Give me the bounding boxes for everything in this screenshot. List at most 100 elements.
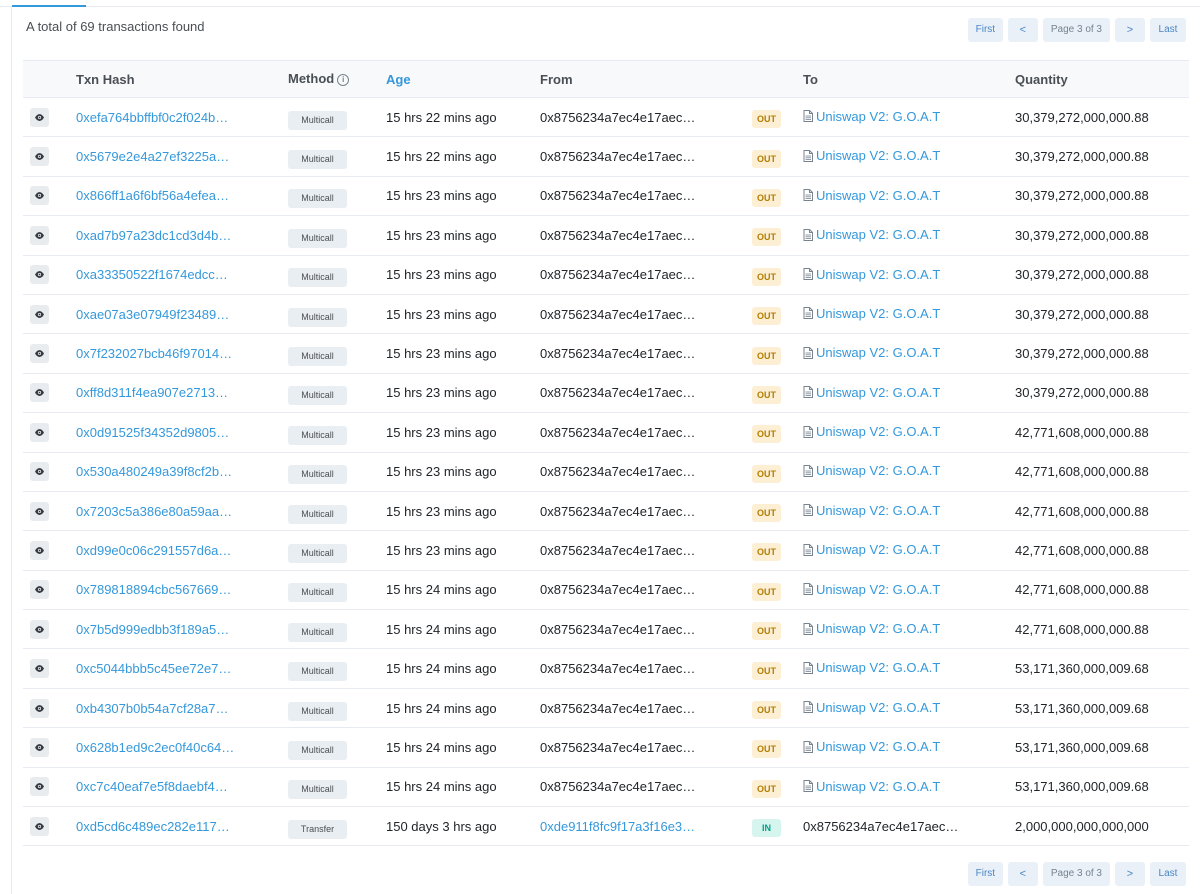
- to-address-link[interactable]: Uniswap V2: G.O.A.T: [816, 148, 940, 163]
- eye-icon[interactable]: [30, 107, 49, 127]
- txn-hash-cell: 0xa33350522f1674edcc…: [76, 255, 288, 295]
- txn-hash-link[interactable]: 0xd5cd6c489ec282e117…: [76, 819, 230, 834]
- to-cell: Uniswap V2: G.O.A.T: [803, 648, 1015, 689]
- from-address: 0x8756234a7ec4e17aec…: [540, 385, 696, 401]
- to-address-link[interactable]: Uniswap V2: G.O.A.T: [816, 267, 940, 282]
- to-address-link[interactable]: Uniswap V2: G.O.A.T: [816, 503, 940, 518]
- txn-hash-link[interactable]: 0x789818894cbc567669…: [76, 582, 231, 597]
- from-address-link[interactable]: 0xde911f8fc9f17a3f16e3…: [540, 819, 695, 834]
- to-cell: Uniswap V2: G.O.A.T: [803, 609, 1015, 650]
- eye-icon[interactable]: [30, 344, 49, 364]
- to-address-link[interactable]: Uniswap V2: G.O.A.T: [816, 345, 940, 360]
- to-cell: Uniswap V2: G.O.A.T: [803, 412, 1015, 453]
- txn-hash-link[interactable]: 0x866ff1a6f6bf56a4efea…: [76, 188, 229, 203]
- eye-icon[interactable]: [30, 265, 49, 285]
- eye-icon[interactable]: [30, 698, 49, 718]
- header-age[interactable]: Age: [386, 60, 540, 98]
- txn-hash-link[interactable]: 0xefa764bbffbf0c2f024b…: [76, 110, 228, 125]
- to-address-link[interactable]: Uniswap V2: G.O.A.T: [816, 700, 940, 715]
- eye-icon[interactable]: [30, 304, 49, 324]
- to-address-link[interactable]: Uniswap V2: G.O.A.T: [816, 739, 940, 754]
- txn-hash-link[interactable]: 0xc5044bbb5c45ee72e7…: [76, 661, 231, 676]
- method-badge: Multicall: [288, 110, 347, 130]
- prev-page-button[interactable]: <: [1007, 18, 1038, 42]
- txn-hash-link[interactable]: 0x530a480249a39f8cf2b…: [76, 464, 232, 479]
- eye-icon[interactable]: [30, 225, 49, 245]
- last-page-button[interactable]: Last: [1150, 862, 1186, 886]
- from-cell: 0x8756234a7ec4e17aec…: [540, 97, 752, 138]
- txn-hash-link[interactable]: 0x7203c5a386e80a59aa…: [76, 504, 232, 519]
- method-cell: Multicall: [288, 215, 386, 256]
- txn-hash-link[interactable]: 0xae07a3e07949f23489…: [76, 307, 229, 322]
- direction-cell: OUT: [752, 333, 803, 374]
- pagination-top: First < Page 3 of 3 > Last: [967, 18, 1186, 42]
- eye-icon[interactable]: [30, 816, 49, 836]
- header-direction: [752, 60, 803, 98]
- view-cell: [23, 609, 76, 650]
- document-icon: [803, 189, 813, 202]
- to-cell: Uniswap V2: G.O.A.T: [803, 373, 1015, 414]
- document-icon: [803, 110, 813, 123]
- from-cell: 0x8756234a7ec4e17aec…: [540, 530, 752, 571]
- to-address-link[interactable]: Uniswap V2: G.O.A.T: [816, 542, 940, 557]
- txn-hash-link[interactable]: 0x628b1ed9c2ec0f40c64…: [76, 740, 234, 755]
- to-address-link[interactable]: Uniswap V2: G.O.A.T: [816, 227, 940, 242]
- txn-hash-link[interactable]: 0xb4307b0b54a7cf28a7…: [76, 701, 229, 716]
- eye-icon[interactable]: [30, 383, 49, 403]
- to-address-link[interactable]: Uniswap V2: G.O.A.T: [816, 621, 940, 636]
- table-row: 0x789818894cbc567669… Multicall 15 hrs 24 …: [23, 570, 1189, 611]
- view-cell: [23, 767, 76, 808]
- txn-hash-link[interactable]: 0x7b5d999edbb3f189a5…: [76, 622, 229, 637]
- age-cell: 150 days 3 hrs ago: [386, 806, 540, 847]
- eye-icon[interactable]: [30, 777, 49, 797]
- txn-hash-cell: 0xad7b97a23dc1cd3d4b…: [76, 215, 288, 256]
- txn-hash-link[interactable]: 0x0d91525f34352d9805…: [76, 425, 229, 440]
- prev-page-button[interactable]: <: [1007, 862, 1038, 886]
- to-address-link[interactable]: Uniswap V2: G.O.A.T: [816, 385, 940, 400]
- to-address-link[interactable]: Uniswap V2: G.O.A.T: [816, 109, 940, 124]
- to-address-link[interactable]: Uniswap V2: G.O.A.T: [816, 188, 940, 203]
- first-page-button[interactable]: First: [967, 18, 1003, 42]
- quantity-cell: 30,379,272,000,000.88: [1015, 215, 1189, 256]
- eye-icon[interactable]: [30, 580, 49, 600]
- to-address-link[interactable]: Uniswap V2: G.O.A.T: [816, 779, 940, 794]
- from-address: 0x8756234a7ec4e17aec…: [540, 424, 696, 440]
- eye-icon[interactable]: [30, 540, 49, 560]
- info-circle-icon[interactable]: i: [337, 74, 350, 86]
- txn-hash-link[interactable]: 0x7f232027bcb46f97014…: [76, 346, 232, 361]
- eye-icon[interactable]: [30, 462, 49, 482]
- to-address-link[interactable]: Uniswap V2: G.O.A.T: [816, 306, 940, 321]
- txn-hash-link[interactable]: 0x5679e2e4a27ef3225a…: [76, 149, 229, 164]
- eye-icon[interactable]: [30, 186, 49, 206]
- txn-hash-link[interactable]: 0xd99e0c06c291557d6a…: [76, 543, 231, 558]
- eye-icon[interactable]: [30, 737, 49, 757]
- eye-icon[interactable]: [30, 659, 49, 679]
- next-page-button[interactable]: >: [1115, 862, 1145, 886]
- txn-hash-link[interactable]: 0xff8d311f4ea907e2713…: [76, 385, 228, 400]
- to-contract: Uniswap V2: G.O.A.T: [803, 542, 940, 557]
- view-cell: [23, 688, 76, 729]
- to-address-link[interactable]: Uniswap V2: G.O.A.T: [816, 463, 940, 478]
- first-page-button[interactable]: First: [967, 862, 1003, 886]
- last-page-button[interactable]: Last: [1150, 18, 1186, 42]
- txn-hash-link[interactable]: 0xa33350522f1674edcc…: [76, 267, 228, 282]
- method-badge: Multicall: [288, 662, 347, 682]
- txn-hash-link[interactable]: 0xad7b97a23dc1cd3d4b…: [76, 228, 231, 243]
- to-address-link[interactable]: Uniswap V2: G.O.A.T: [816, 424, 940, 439]
- next-page-button[interactable]: >: [1115, 18, 1145, 42]
- eye-icon[interactable]: [30, 619, 49, 639]
- method-cell: Multicall: [288, 255, 386, 295]
- eye-icon[interactable]: [30, 501, 49, 521]
- from-cell: 0x8756234a7ec4e17aec…: [540, 176, 752, 217]
- document-icon: [803, 780, 813, 793]
- method-badge: Multicall: [288, 583, 347, 603]
- from-address: 0x8756234a7ec4e17aec…: [540, 109, 696, 125]
- from-cell: 0x8756234a7ec4e17aec…: [540, 767, 752, 808]
- to-address-link[interactable]: Uniswap V2: G.O.A.T: [816, 660, 940, 675]
- eye-icon[interactable]: [30, 422, 49, 442]
- txn-hash-link[interactable]: 0xc7c40eaf7e5f8daebf4…: [76, 779, 228, 794]
- eye-icon[interactable]: [30, 147, 49, 167]
- to-address-link[interactable]: Uniswap V2: G.O.A.T: [816, 582, 940, 597]
- view-cell: [23, 294, 76, 335]
- table-row: 0xefa764bbffbf0c2f024b… Multicall 15 hrs 2…: [23, 97, 1189, 138]
